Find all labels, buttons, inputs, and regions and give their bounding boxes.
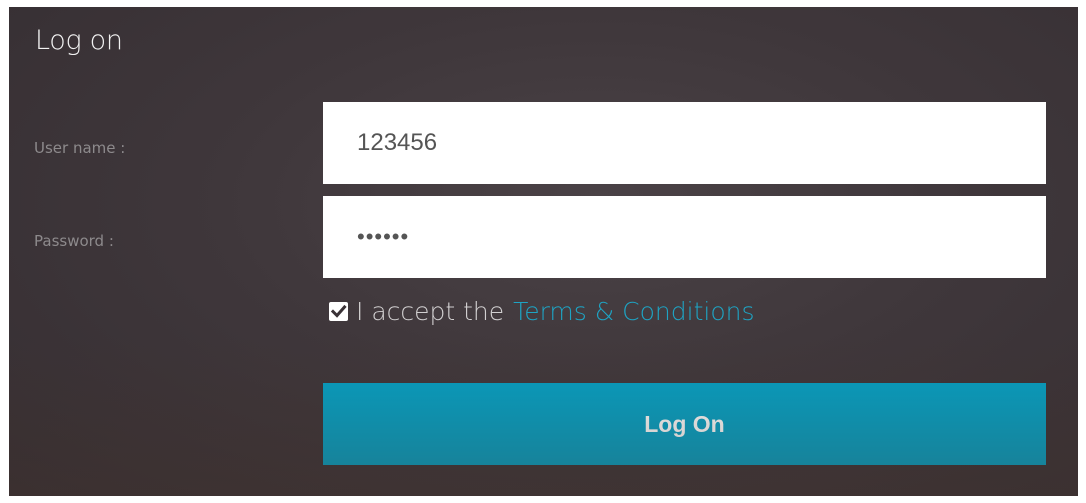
accept-terms-text: I accept the — [356, 297, 505, 326]
log-on-button[interactable]: Log On — [323, 383, 1046, 465]
terms-row: I accept the Terms & Conditions — [329, 297, 755, 326]
password-input[interactable] — [323, 196, 1046, 278]
username-input[interactable] — [323, 102, 1046, 184]
login-panel: Log on User name : Password : I accept t… — [9, 7, 1078, 496]
checked-checkbox-icon — [330, 304, 347, 318]
terms-and-conditions-link[interactable]: Terms & Conditions — [513, 297, 754, 326]
password-label: Password : — [34, 232, 114, 250]
accept-terms-checkbox[interactable] — [329, 302, 348, 321]
username-label: User name : — [34, 139, 126, 157]
page-title: Log on — [35, 25, 123, 56]
